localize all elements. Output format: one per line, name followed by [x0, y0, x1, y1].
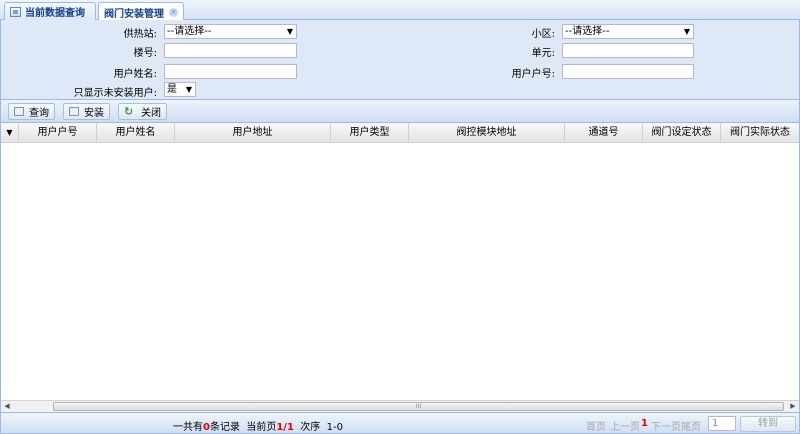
query-button-label: 查询 [29, 108, 49, 119]
goto-page-button[interactable]: 转到 [740, 416, 796, 432]
page-prefix: 当前页 [246, 422, 277, 433]
column-header-valve-actual-state[interactable]: 阀门实际状态 [721, 123, 799, 143]
tab-strip: 当前数据查询 阀门安装管理 × [0, 0, 800, 21]
uninstalled-only-select[interactable]: 是 ▼ [164, 82, 196, 97]
uninstalled-only-value: 是 [167, 84, 177, 95]
total-prefix: 一共有 [173, 422, 203, 433]
user-account-label: 用户户号: [511, 69, 555, 80]
unit-input[interactable] [562, 43, 694, 58]
community-label: 小区: [531, 29, 555, 40]
tab-valve-install-management[interactable]: 阀门安装管理 × [98, 2, 184, 21]
tab-current-data-query[interactable]: 当前数据查询 [4, 2, 96, 20]
current-page-number[interactable]: 1 [641, 418, 648, 429]
column-header-user-account[interactable]: 用户户号 [19, 123, 97, 143]
exit-icon: ↻ [124, 105, 134, 118]
column-header-valve-set-state[interactable]: 阀门设定状态 [643, 123, 721, 143]
install-button[interactable]: 安装 [63, 103, 110, 120]
install-button-label: 安装 [84, 108, 104, 119]
search-form: 供热站: --请选择-- ▼ 小区: --请选择-- ▼ 楼号: 单元: 用户姓… [0, 20, 800, 99]
close-icon[interactable]: × [169, 7, 178, 17]
install-icon [69, 107, 79, 116]
heating-station-value: --请选择-- [167, 26, 212, 37]
building-label: 楼号: [133, 48, 157, 59]
heating-station-label: 供热站: [123, 29, 157, 40]
order-range: 1-0 [326, 422, 343, 433]
grid-header: ▼ 用户户号 用户姓名 用户地址 用户类型 阀控模块地址 通道号 阀门设定状态 … [1, 123, 799, 143]
record-summary: 一共有0条记录 当前页1/1 次序 1-0 [173, 418, 343, 433]
building-input[interactable] [164, 43, 297, 58]
order-prefix: 次序 [300, 422, 321, 433]
scroll-right-icon[interactable]: ▶ [787, 401, 799, 412]
community-value: --请选择-- [565, 26, 610, 37]
query-button[interactable]: 查询 [8, 103, 55, 120]
dropdown-arrow-icon: ▼ [286, 27, 293, 36]
uninstalled-only-label: 只显示未安装用户: [73, 88, 157, 99]
scrollbar-thumb[interactable]: III [53, 402, 784, 411]
data-grid: ▼ 用户户号 用户姓名 用户地址 用户类型 阀控模块地址 通道号 阀门设定状态 … [0, 123, 800, 412]
user-name-label: 用户姓名: [113, 69, 157, 80]
last-page-link[interactable]: 尾页 [681, 418, 701, 433]
pagination-bar: 一共有0条记录 当前页1/1 次序 1-0 首页 上一页 1 下一页 尾页 1 … [0, 412, 800, 434]
column-header-valve-module-address[interactable]: 阀控模块地址 [409, 123, 565, 143]
horizontal-scrollbar[interactable]: ◀ III ▶ [1, 400, 799, 412]
dropdown-arrow-icon: ▼ [683, 27, 690, 36]
unit-label: 单元: [531, 48, 555, 59]
total-count: 0 [203, 422, 210, 433]
tab-label: 阀门安装管理 [104, 8, 164, 20]
heating-station-select[interactable]: --请选择-- ▼ [164, 24, 297, 39]
toolbar: 查询 安装 ↻ 关闭 [0, 99, 800, 123]
column-menu-icon[interactable]: ▼ [1, 123, 19, 143]
query-icon [14, 107, 24, 116]
scroll-left-icon[interactable]: ◀ [1, 401, 13, 412]
close-button[interactable]: ↻ 关闭 [118, 103, 167, 120]
page-indicator: 1/1 [276, 422, 294, 433]
column-header-user-name[interactable]: 用户姓名 [97, 123, 175, 143]
total-suffix: 条记录 [209, 422, 240, 433]
column-header-channel[interactable]: 通道号 [565, 123, 643, 143]
next-page-link[interactable]: 下一页 [651, 418, 681, 433]
column-header-user-address[interactable]: 用户地址 [175, 123, 331, 143]
prev-page-link[interactable]: 上一页 [610, 418, 640, 433]
community-select[interactable]: --请选择-- ▼ [562, 24, 694, 39]
user-name-input[interactable] [164, 64, 297, 79]
dropdown-arrow-icon: ▼ [185, 85, 192, 94]
window-icon [10, 6, 21, 17]
column-header-user-type[interactable]: 用户类型 [331, 123, 409, 143]
goto-page-input[interactable]: 1 [708, 416, 736, 431]
tab-label: 当前数据查询 [25, 8, 85, 19]
first-page-link[interactable]: 首页 [586, 418, 606, 433]
user-account-input[interactable] [562, 64, 694, 79]
close-button-label: 关闭 [141, 108, 161, 119]
